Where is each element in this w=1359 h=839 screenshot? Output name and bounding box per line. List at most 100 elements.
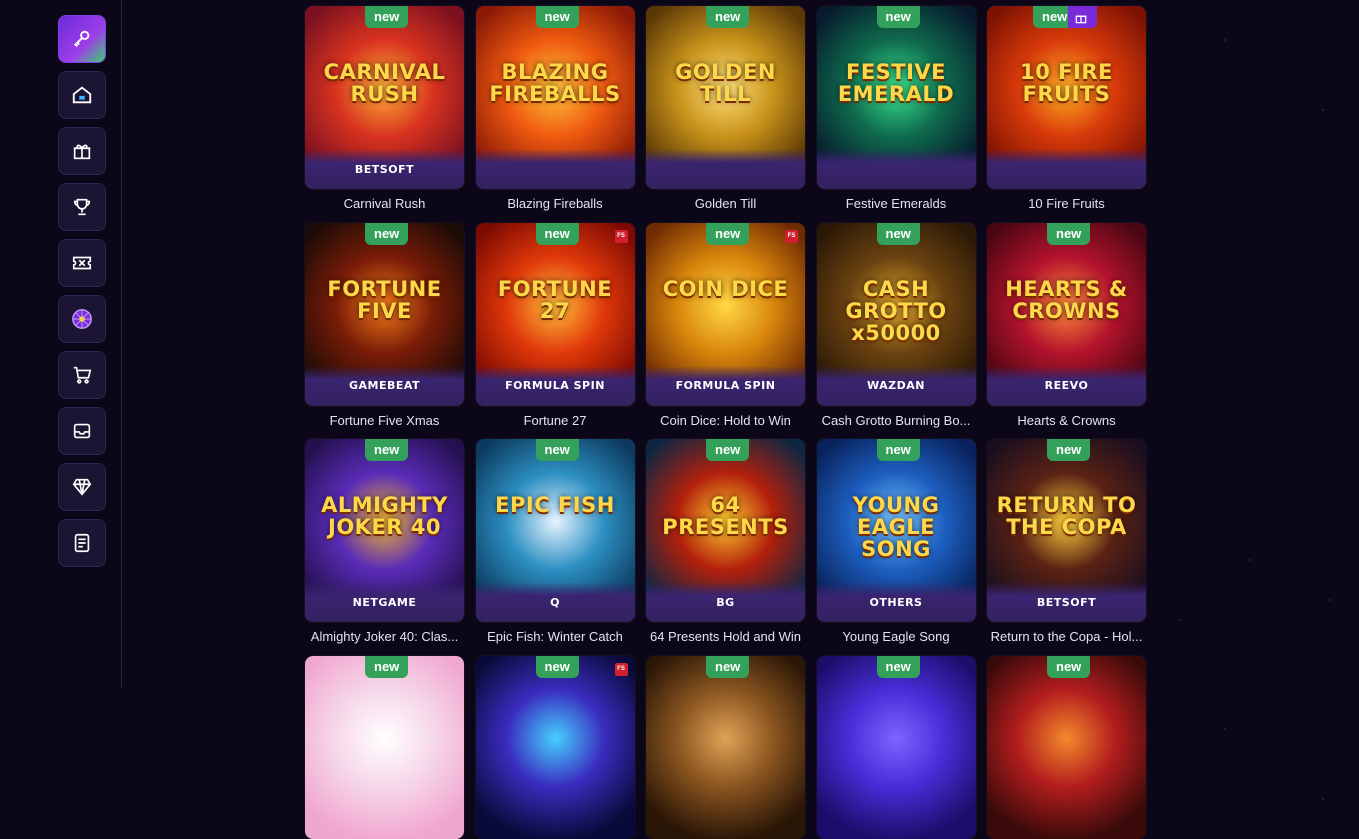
game-card[interactable]: COIN DICE FORMULA SPIN FS new Coin Dice: Hol… <box>646 222 805 428</box>
new-badge-label: new <box>1042 9 1068 24</box>
game-logo-text: 10 FIRE FRUITS <box>1020 60 1113 106</box>
provider-corner-badge: FS <box>785 229 798 243</box>
game-title[interactable]: Festive Emeralds <box>817 196 976 211</box>
game-thumbnail[interactable]: FS new <box>475 655 635 839</box>
game-thumbnail[interactable]: BLAZING FIREBALLS new <box>475 6 635 189</box>
game-title[interactable]: 10 Fire Fruits <box>987 196 1146 211</box>
game-card[interactable]: HEARTS & CROWNS REEVO new Hearts & Crowns <box>987 222 1146 428</box>
game-title[interactable]: Carnival Rush <box>305 196 464 211</box>
game-thumbnail[interactable]: 64 PRESENTS BG new <box>646 439 805 622</box>
wheel-icon <box>71 308 93 330</box>
game-thumbnail[interactable]: ALMIGHTY JOKER 40 NETGAME new <box>305 439 464 622</box>
key-icon <box>71 28 93 50</box>
game-title[interactable]: Golden Till <box>646 196 805 211</box>
game-card[interactable]: CASH GROTTO x50000 WAZDAN new Cash Grotto B… <box>816 222 976 428</box>
game-card[interactable]: CARNIVAL RUSH BETSOFT new Carnival Rush <box>305 6 464 211</box>
game-thumbnail[interactable]: FESTIVE EMERALD new <box>816 6 976 189</box>
game-thumbnail[interactable]: HEARTS & CROWNS REEVO new <box>987 222 1146 406</box>
game-title[interactable]: Blazing Fireballs <box>476 196 635 211</box>
game-logo-text: FESTIVE EMERALD <box>837 60 955 106</box>
provider-bar: WAZDAN <box>816 365 976 406</box>
game-thumbnail[interactable]: GOLDEN TILL new <box>646 6 805 189</box>
game-thumbnail[interactable]: new <box>646 655 805 839</box>
sidebar-item-wheel[interactable] <box>58 295 106 343</box>
game-title[interactable]: Fortune Five Xmas <box>305 413 464 428</box>
game-thumbnail[interactable]: new <box>987 655 1146 839</box>
game-logo-text: YOUNG EAGLE SONG <box>852 493 940 561</box>
game-logo-text: FORTUNE FIVE <box>327 276 442 323</box>
new-badge: new <box>535 439 579 461</box>
game-logo-text: 64 PRESENTS <box>662 493 789 539</box>
new-badge-label: new <box>715 442 741 457</box>
gift-icon <box>71 140 93 162</box>
sidebar-item-document[interactable] <box>58 519 106 567</box>
game-title[interactable]: Fortune 27 <box>476 413 635 428</box>
game-card[interactable]: EPIC FISH Qnew Epic Fish: Winter Catch <box>475 439 635 644</box>
new-badge: new <box>706 439 750 461</box>
game-card[interactable]: FS new <box>475 655 635 839</box>
game-logo-text: GOLDEN TILL <box>675 60 776 106</box>
game-card[interactable]: new <box>816 655 976 839</box>
game-title[interactable]: Hearts & Crowns <box>987 413 1146 428</box>
game-thumbnail[interactable]: new <box>305 655 464 839</box>
provider-logo: BG <box>716 595 735 609</box>
game-card[interactable]: 10 FIRE FRUITS new 10 Fire Fruits <box>987 6 1146 211</box>
provider-corner-badge: FS <box>614 662 628 676</box>
game-thumbnail[interactable]: COIN DICE FORMULA SPIN FS new <box>646 222 805 406</box>
game-thumbnail[interactable]: EPIC FISH Qnew <box>475 439 635 622</box>
new-badge: new <box>706 6 750 28</box>
game-card[interactable]: BLAZING FIREBALLS new Blazing Fireballs <box>475 6 635 211</box>
sidebar-item-trophy[interactable] <box>58 183 106 231</box>
provider-bar <box>987 149 1146 189</box>
game-artwork <box>987 655 1146 839</box>
new-badge: new <box>365 222 409 245</box>
new-badge-label: new <box>374 9 400 24</box>
sidebar-item-home[interactable] <box>58 71 106 119</box>
provider-bar: FORMULA SPIN <box>646 365 805 406</box>
game-card[interactable]: FESTIVE EMERALD new Festive Emeralds <box>816 6 976 211</box>
new-badge-label: new <box>544 9 570 24</box>
game-card[interactable]: new <box>646 655 805 839</box>
provider-corner-badge: FS <box>614 229 628 243</box>
game-card[interactable]: YOUNG EAGLE SONG OTHERS new Young Eagle Son… <box>816 439 976 644</box>
sidebar-item-gift[interactable] <box>58 127 106 175</box>
game-logo-text: ALMIGHTY JOKER 40 <box>321 493 448 539</box>
sidebar-item-inbox[interactable] <box>58 407 106 455</box>
sidebar-item-diamond[interactable] <box>58 463 106 511</box>
game-title[interactable]: Almighty Joker 40: Clas... <box>305 629 464 644</box>
game-title[interactable]: Epic Fish: Winter Catch <box>476 629 635 644</box>
game-title[interactable]: Return to the Copa - Hol... <box>987 629 1146 644</box>
game-card[interactable]: new <box>987 655 1146 839</box>
new-badge: new <box>706 222 750 245</box>
game-card[interactable]: RETURN TO THE COPA BETSOFT new Return to th… <box>987 439 1146 644</box>
new-badge-label: new <box>885 225 911 241</box>
game-card[interactable]: GOLDEN TILL new Golden Till <box>646 6 805 211</box>
game-thumbnail[interactable]: RETURN TO THE COPA BETSOFT new <box>987 439 1146 622</box>
new-badge-label: new <box>374 442 400 457</box>
game-title[interactable]: Coin Dice: Hold to Win <box>646 413 805 428</box>
game-thumbnail[interactable]: CARNIVAL RUSH BETSOFT new <box>305 6 464 189</box>
game-artwork <box>816 655 976 839</box>
provider-logo: GAMEBEAT <box>348 379 421 392</box>
game-thumbnail[interactable]: CASH GROTTO x50000 WAZDAN new <box>816 222 976 406</box>
game-title[interactable]: Young Eagle Song <box>817 629 976 644</box>
game-logo-text: RETURN TO THE COPA <box>996 493 1137 539</box>
sidebar-item-ticket[interactable] <box>58 239 106 287</box>
game-title[interactable]: 64 Presents Hold and Win <box>646 629 805 644</box>
game-thumbnail[interactable]: YOUNG EAGLE SONG OTHERS new <box>816 439 976 622</box>
game-card[interactable]: FORTUNE FIVE GAMEBEAT new Fortune Five Xmas <box>305 222 464 428</box>
game-title[interactable]: Cash Grotto Burning Bo... <box>817 413 976 428</box>
game-card[interactable]: 64 PRESENTS BG new 64 Presents Hold and Win <box>646 439 805 644</box>
game-card[interactable]: FORTUNE 27 FORMULA SPIN FS new Fortune 27 <box>475 222 635 428</box>
game-thumbnail[interactable]: FORTUNE 27 FORMULA SPIN FS new <box>475 222 635 406</box>
game-logo-text: EPIC FISH <box>495 493 615 517</box>
game-thumbnail[interactable]: FORTUNE FIVE GAMEBEAT new <box>305 222 464 406</box>
sidebar-item-cart[interactable] <box>58 351 106 399</box>
provider-bar: BETSOFT <box>987 582 1146 622</box>
game-thumbnail[interactable]: 10 FIRE FRUITS new <box>987 6 1146 189</box>
game-card[interactable]: ALMIGHTY JOKER 40 NETGAME new Almighty Joke… <box>305 439 464 644</box>
game-thumbnail[interactable]: new <box>816 655 976 839</box>
provider-logo: WAZDAN <box>867 379 925 392</box>
sidebar-item-key[interactable] <box>58 15 106 63</box>
game-card[interactable]: new <box>305 655 464 839</box>
